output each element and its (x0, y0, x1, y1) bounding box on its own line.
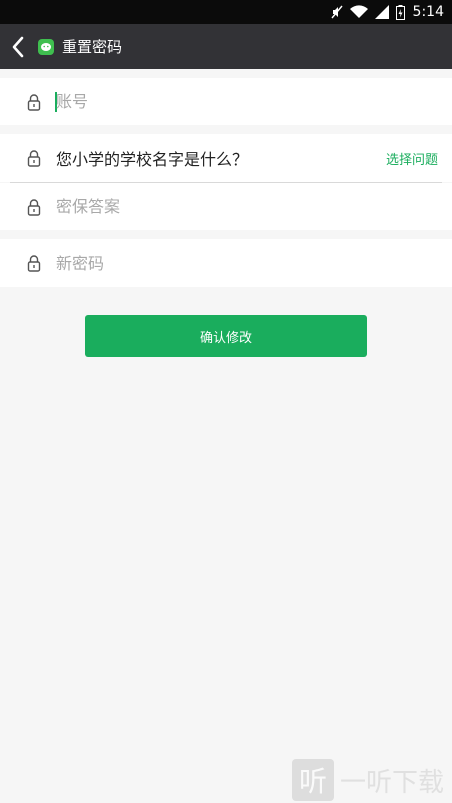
new-password-row (0, 239, 452, 287)
lock-icon (27, 150, 41, 167)
new-password-input[interactable] (56, 239, 332, 287)
chevron-left-icon (12, 36, 24, 57)
lock-icon (27, 198, 41, 216)
watermark: 听 一听下载 (292, 758, 452, 802)
account-row (0, 78, 452, 125)
signal-icon (374, 5, 389, 19)
status-time: 5:14 (412, 4, 444, 20)
battery-icon (395, 4, 405, 20)
wifi-icon (349, 5, 368, 19)
title-bar: 重置密码 (0, 24, 452, 69)
security-answer-input[interactable] (56, 183, 332, 230)
confirm-button[interactable]: 确认修改 (85, 315, 367, 357)
status-bar: 5:14 (0, 0, 452, 24)
lock-icon (27, 93, 41, 111)
watermark-text: 一听下载 (340, 767, 445, 798)
lock-icon (27, 255, 41, 272)
security-question-row[interactable]: 您小学的学校名字是什么？ 选择问题 (0, 134, 452, 182)
page-title: 重置密码 (62, 38, 123, 56)
security-question-text: 您小学的学校名字是什么？ (56, 150, 249, 169)
watermark-logo: 听 (292, 759, 334, 801)
mute-icon (331, 5, 343, 19)
choose-question-link[interactable]: 选择问题 (386, 149, 438, 168)
security-answer-row (0, 183, 452, 230)
wechat-logo-icon (38, 38, 54, 55)
account-input[interactable] (56, 78, 332, 125)
back-button[interactable] (2, 24, 34, 69)
